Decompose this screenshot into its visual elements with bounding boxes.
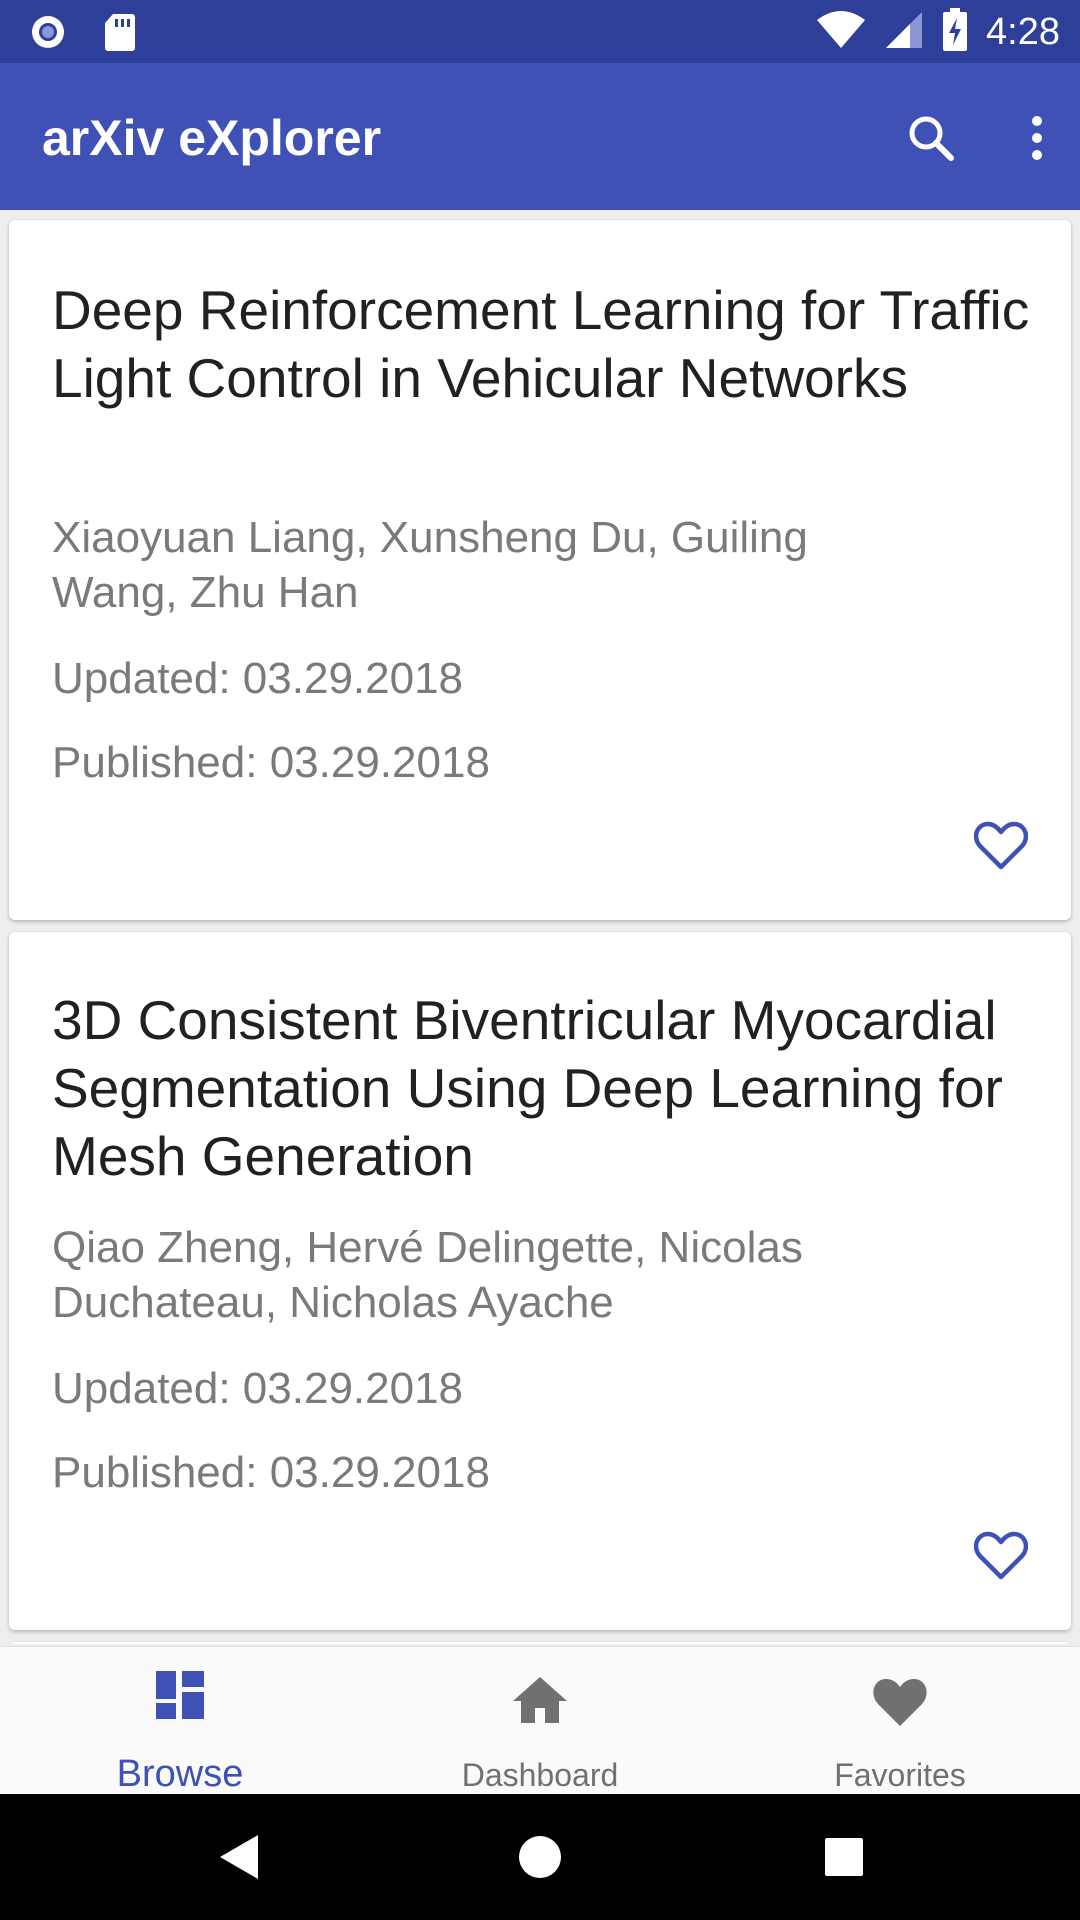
sd-card-icon xyxy=(104,12,136,57)
record-icon xyxy=(28,12,68,57)
nav-item-favorites[interactable]: Favorites xyxy=(720,1647,1080,1795)
home-circle-icon[interactable] xyxy=(510,1827,570,1887)
paper-card[interactable] xyxy=(9,1642,1071,1644)
nav-label-favorites: Favorites xyxy=(834,1757,966,1793)
favorite-heart-icon[interactable] xyxy=(971,816,1031,876)
paper-authors: Xiaoyuan Liang, Xunsheng Du, Guiling Wan… xyxy=(52,513,808,617)
status-bar: 4:28 xyxy=(0,0,1080,63)
more-vert-icon[interactable] xyxy=(1002,103,1072,173)
app-bar: arXiv eXplorer xyxy=(0,63,1080,210)
bottom-navigation: Browse Dashboard Favorites xyxy=(0,1646,1080,1795)
paper-card[interactable]: 3D Consistent Biventricular Myocardial S… xyxy=(9,932,1071,1630)
paper-title: Deep Reinforcement Learning for Traffic … xyxy=(52,279,1030,409)
favorite-heart-icon[interactable] xyxy=(971,1526,1031,1586)
nav-item-browse[interactable]: Browse xyxy=(0,1647,360,1795)
battery-charging-icon xyxy=(942,8,968,57)
nav-label-browse: Browse xyxy=(116,1753,244,1795)
paper-updated-date: Updated: 03.29.2018 xyxy=(52,1364,464,1413)
recents-icon[interactable] xyxy=(814,1827,874,1887)
cellular-signal-icon xyxy=(884,10,924,55)
search-icon[interactable] xyxy=(896,103,966,173)
nav-label-dashboard: Dashboard xyxy=(461,1757,619,1793)
nav-item-dashboard[interactable]: Dashboard xyxy=(360,1647,720,1795)
home-icon xyxy=(513,1677,567,1728)
paper-title: 3D Consistent Biventricular Myocardial S… xyxy=(52,989,1003,1187)
paper-list[interactable]: Deep Reinforcement Learning for Traffic … xyxy=(0,210,1080,1644)
app-title: arXiv eXplorer xyxy=(42,110,382,166)
heart-icon xyxy=(872,1677,928,1732)
paper-updated-date: Updated: 03.29.2018 xyxy=(52,654,464,703)
paper-card[interactable]: Deep Reinforcement Learning for Traffic … xyxy=(9,220,1071,920)
paper-authors: Qiao Zheng, Hervé Delingette, Nicolas Du… xyxy=(52,1223,803,1327)
system-navigation-bar xyxy=(0,1794,1080,1920)
paper-published-date: Published: 03.29.2018 xyxy=(52,738,490,787)
dashboard-grid-icon xyxy=(156,1671,204,1724)
status-time: 4:28 xyxy=(986,11,1060,53)
wifi-icon xyxy=(816,10,866,55)
paper-published-date: Published: 03.29.2018 xyxy=(52,1448,490,1497)
back-icon[interactable] xyxy=(208,1827,268,1887)
